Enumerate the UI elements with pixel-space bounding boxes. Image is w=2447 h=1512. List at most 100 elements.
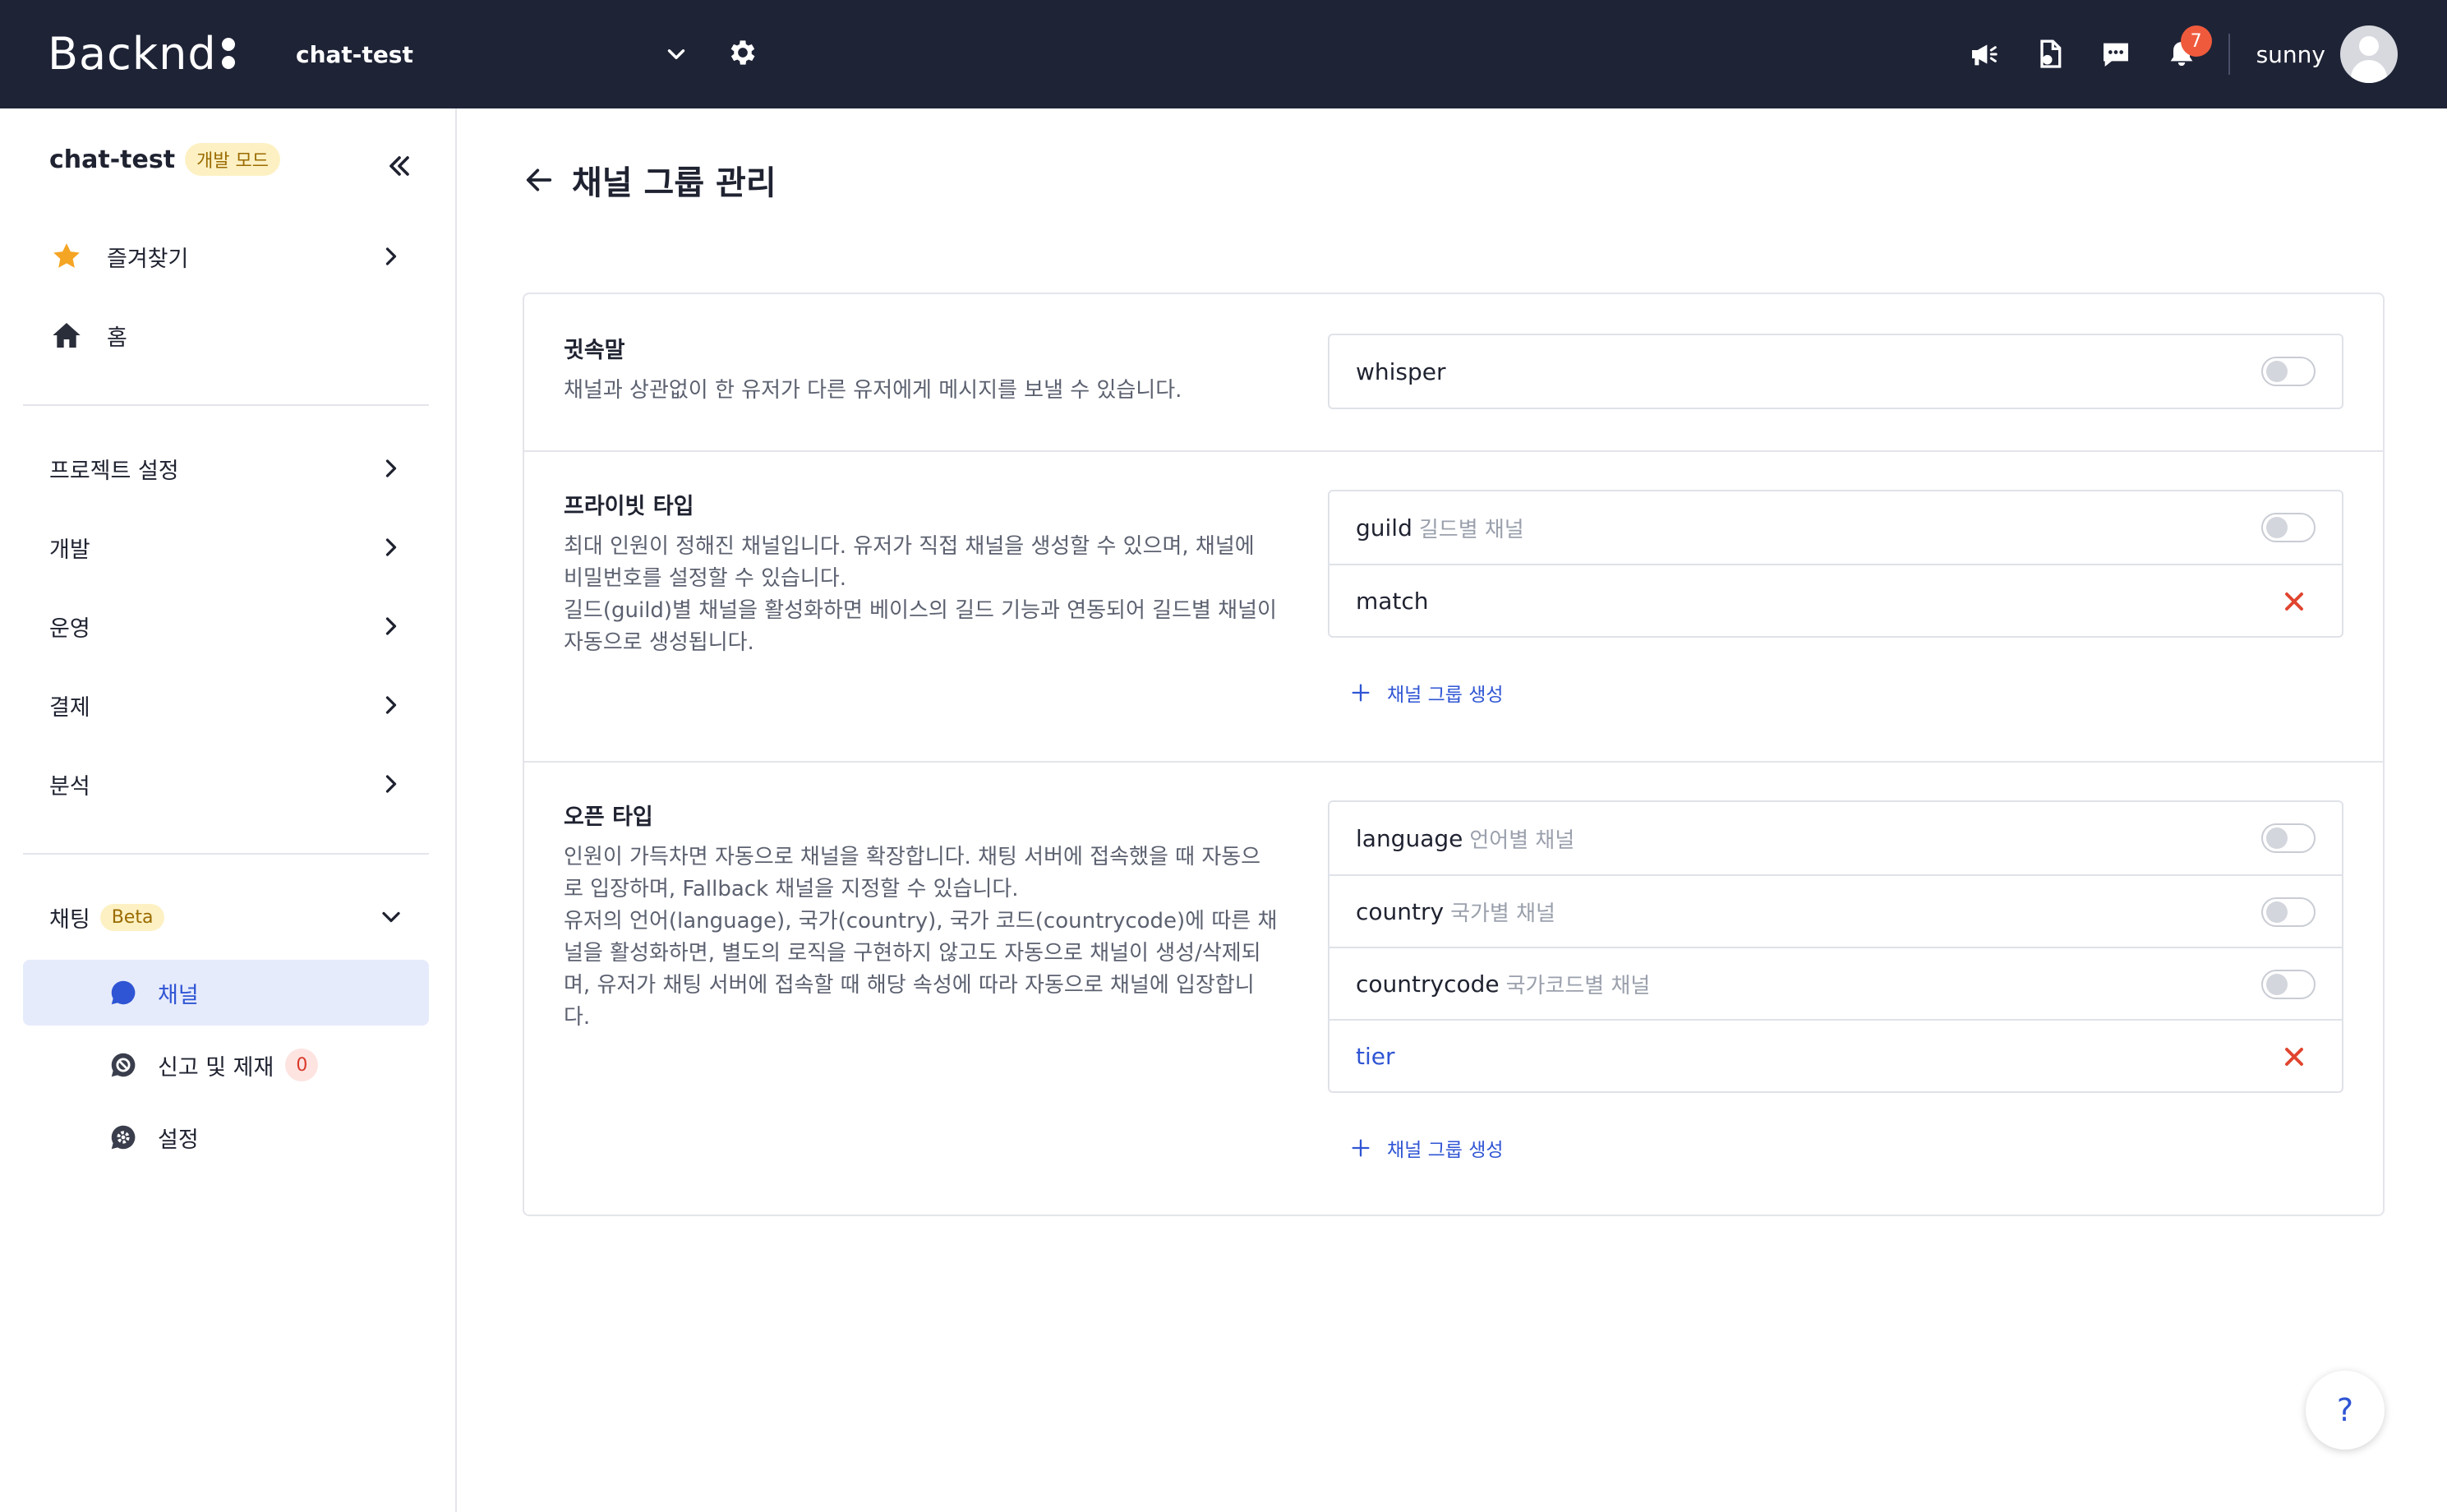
backnd-logo[interactable]: Backnd	[48, 25, 235, 82]
project-select[interactable]: chat-test	[296, 30, 690, 79]
section-title: 프라이빗 타입	[564, 494, 694, 519]
section-description: 인원이 가득차면 자동으로 채널을 확장합니다. 채팅 서버에 접속했을 때 자…	[564, 845, 1278, 1030]
sidebar-item-label: 프로젝트 설정	[49, 458, 179, 484]
logo-dots	[221, 38, 235, 69]
beta-badge: Beta	[99, 903, 165, 931]
sidebar-subitem-label: 설정	[158, 1127, 199, 1153]
option-name-link[interactable]: tier	[1356, 1043, 1395, 1070]
sidebar-subitem-label: 채널	[158, 982, 199, 1008]
countrycode-toggle[interactable]	[2261, 970, 2316, 999]
option-name: language	[1356, 824, 1463, 852]
option-hint: 길드별 채널	[1418, 517, 1524, 542]
back-arrow-icon[interactable]	[523, 164, 555, 196]
sidebar-item-payment[interactable]: 결제	[23, 672, 429, 738]
option-row-language: language 언어별 채널	[1329, 802, 2342, 874]
logo-text: Backnd	[48, 27, 217, 80]
option-name: guild	[1356, 514, 1412, 542]
sidebar-item-analytics[interactable]: 분석	[23, 751, 429, 817]
message-icon[interactable]	[2095, 34, 2136, 75]
sidebar-subitem-reports[interactable]: 신고 및 제재 0	[23, 1032, 429, 1098]
channel-group-panel: 귓속말 채널과 상관없이 한 유저가 다른 유저에게 메시지를 보낼 수 있습니…	[523, 293, 2385, 1216]
option-name: countrycode	[1356, 970, 1500, 998]
section-title: 귓속말	[564, 338, 625, 363]
plus-icon	[1352, 1139, 1370, 1157]
plus-icon	[1352, 684, 1370, 702]
chevron-right-icon	[385, 459, 397, 477]
sidebar-item-operations[interactable]: 운영	[23, 593, 429, 659]
guild-toggle[interactable]	[2261, 513, 2316, 542]
page-title: 채널 그룹 관리	[572, 164, 776, 202]
sidebar-item-label: 개발	[49, 537, 90, 563]
sidebar-project-name: chat-test	[49, 145, 176, 174]
chat-bubble-icon	[107, 976, 140, 1009]
option-hint: 언어별 채널	[1469, 827, 1575, 853]
option-list: whisper	[1328, 334, 2343, 409]
reports-count-badge: 0	[285, 1049, 319, 1081]
country-toggle[interactable]	[2261, 897, 2316, 927]
option-row-country: country 국가별 채널	[1329, 874, 2342, 947]
page-header: 채널 그룹 관리	[523, 156, 776, 204]
sidebar-header: chat-test 개발 모드	[49, 143, 281, 176]
chevron-right-icon	[385, 617, 397, 635]
help-button[interactable]: ?	[2306, 1371, 2385, 1450]
option-list: language 언어별 채널 country 국가별 채널 countryco…	[1328, 800, 2343, 1093]
section-open-type: 오픈 타입 인원이 가득차면 자동으로 채널을 확장합니다. 채팅 서버에 접속…	[524, 761, 2383, 1215]
option-list: guild 길드별 채널 match	[1328, 490, 2343, 638]
sidebar-divider	[23, 404, 429, 406]
option-name: match	[1356, 587, 1429, 615]
chat-settings-icon	[107, 1121, 140, 1154]
megaphone-icon[interactable]	[1964, 34, 2005, 75]
document-icon[interactable]	[2030, 34, 2071, 75]
project-select-label: chat-test	[296, 40, 413, 68]
username[interactable]: sunny	[2256, 41, 2325, 68]
sidebar-item-project-settings[interactable]: 프로젝트 설정	[23, 436, 429, 501]
sidebar-item-label: 즐겨찾기	[107, 246, 189, 272]
option-name: country	[1356, 897, 1445, 925]
sidebar-item-home[interactable]: 홈	[23, 302, 429, 368]
sidebar-item-label: 결제	[49, 694, 90, 721]
section-description: 채널과 상관없이 한 유저가 다른 유저에게 메시지를 보낼 수 있습니다.	[564, 378, 1182, 403]
option-hint: 국가별 채널	[1450, 901, 1555, 926]
delete-x-icon[interactable]	[2279, 1042, 2309, 1072]
sidebar-subitem-settings[interactable]: 설정	[23, 1104, 429, 1170]
option-name: whisper	[1356, 357, 1446, 385]
block-chat-icon	[107, 1049, 140, 1081]
notification-bell-icon[interactable]: 7	[2161, 25, 2212, 75]
chevron-right-icon	[385, 538, 397, 556]
topbar-divider	[2228, 34, 2230, 75]
add-channel-group-label: 채널 그룹 생성	[1387, 1140, 1504, 1161]
chevron-right-icon	[385, 775, 397, 793]
delete-x-icon[interactable]	[2279, 587, 2309, 616]
section-description: 최대 인원이 정해진 채널입니다. 유저가 직접 채널을 생성할 수 있으며, …	[564, 534, 1277, 655]
star-icon	[49, 239, 84, 274]
sidebar-divider	[23, 853, 429, 855]
notification-badge: 7	[2180, 25, 2212, 57]
sidebar-subitem-channel[interactable]: 채널	[23, 960, 429, 1026]
add-channel-group-button[interactable]: 채널 그룹 생성	[1349, 1134, 1504, 1162]
sidebar-item-chat[interactable]: 채팅 Beta	[23, 884, 429, 950]
add-channel-group-button[interactable]: 채널 그룹 생성	[1349, 679, 1504, 707]
chevron-down-icon	[667, 49, 685, 59]
sidebar-item-development[interactable]: 개발	[23, 514, 429, 580]
section-title: 오픈 타입	[564, 804, 653, 830]
sidebar-item-label: 채팅	[49, 906, 90, 933]
option-row-tier: tier	[1329, 1019, 2342, 1091]
gear-icon[interactable]	[726, 36, 759, 69]
top-bar: Backnd chat-test 7 sunny	[0, 0, 2447, 108]
sidebar-item-favorites[interactable]: 즐겨찾기	[23, 224, 429, 289]
sidebar-subitem-label: 신고 및 제재	[158, 1054, 274, 1081]
section-whisper: 귓속말 채널과 상관없이 한 유저가 다른 유저에게 메시지를 보낼 수 있습니…	[524, 294, 2383, 450]
option-row-guild: guild 길드별 채널	[1329, 491, 2342, 564]
whisper-toggle[interactable]	[2261, 357, 2316, 386]
sidebar-item-label: 분석	[49, 773, 90, 800]
collapse-sidebar-icon[interactable]	[383, 150, 416, 182]
option-hint: 국가코드별 채널	[1505, 973, 1651, 998]
language-toggle[interactable]	[2261, 823, 2316, 853]
option-row-whisper: whisper	[1329, 335, 2342, 408]
option-row-match: match	[1329, 564, 2342, 636]
add-channel-group-label: 채널 그룹 생성	[1387, 685, 1504, 706]
chevron-right-icon	[385, 696, 397, 714]
chevron-down-icon	[382, 911, 400, 923]
sidebar-item-label: 홈	[107, 325, 127, 351]
avatar[interactable]	[2340, 25, 2398, 83]
